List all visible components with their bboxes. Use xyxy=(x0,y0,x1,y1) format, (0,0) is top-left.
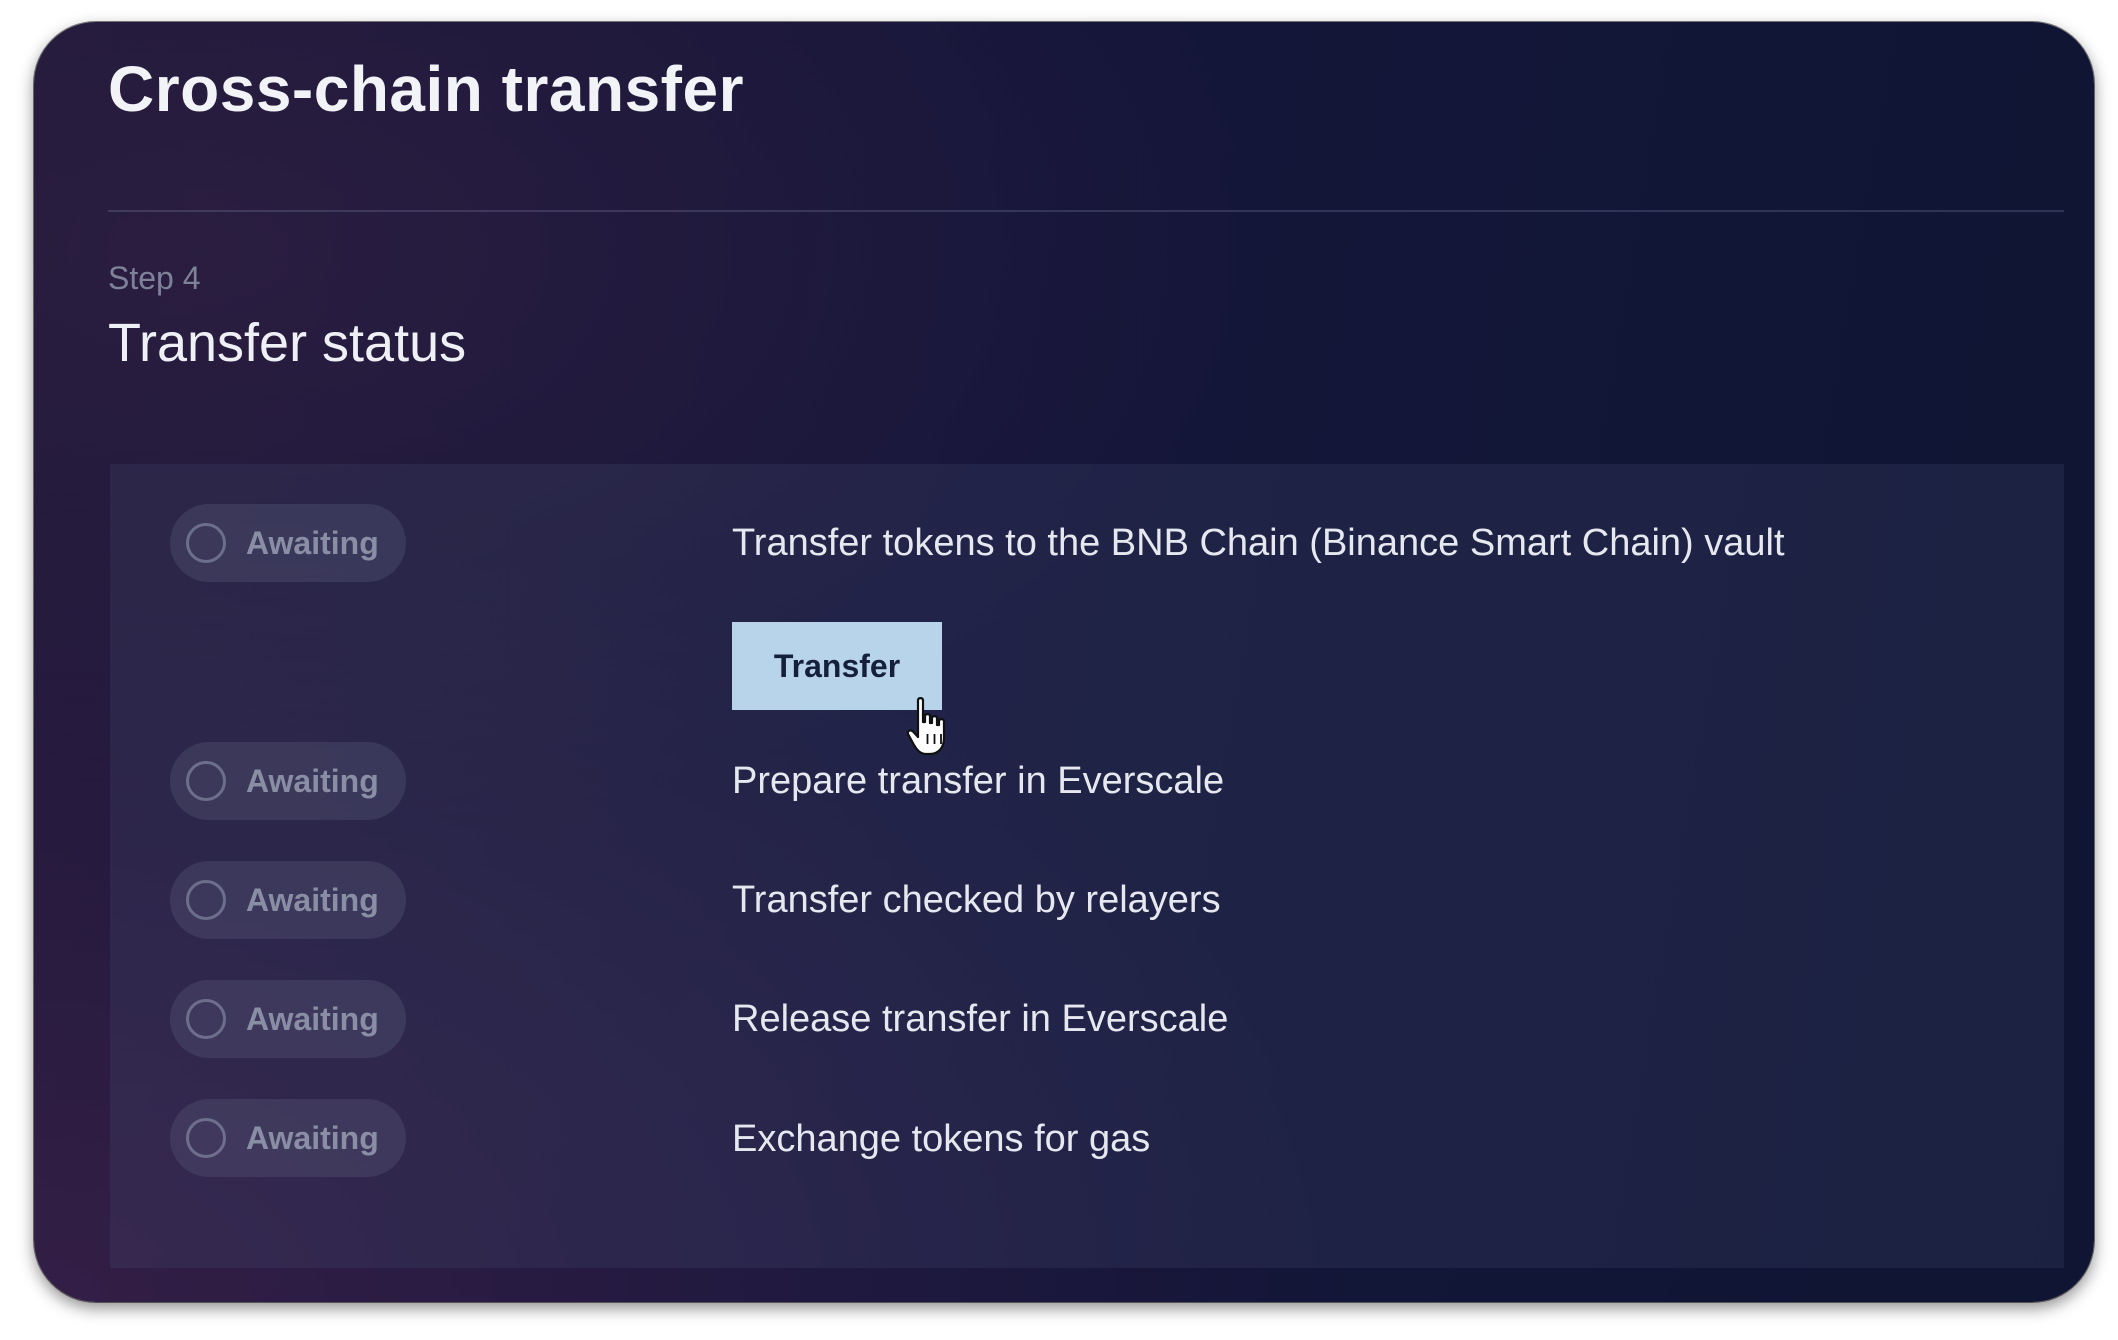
step-description: Prepare transfer in Everscale xyxy=(732,760,1225,802)
circle-outline-icon xyxy=(186,523,226,563)
header-divider xyxy=(108,210,2064,212)
status-label: Awaiting xyxy=(246,524,379,561)
status-label: Awaiting xyxy=(246,762,379,799)
step-label: Step 4 xyxy=(108,260,201,296)
section-title: Transfer status xyxy=(108,313,467,373)
step-description: Transfer tokens to the BNB Chain (Binanc… xyxy=(732,522,1785,564)
status-label: Awaiting xyxy=(246,1119,379,1156)
circle-outline-icon xyxy=(186,999,226,1039)
status-label: Awaiting xyxy=(246,1000,379,1037)
status-label: Awaiting xyxy=(246,881,379,918)
circle-outline-icon xyxy=(186,761,226,801)
transfer-steps-panel: Awaiting Transfer tokens to the BNB Chai… xyxy=(110,464,2064,1268)
status-badge: Awaiting xyxy=(170,1099,406,1177)
app-window: Cross-chain transfer Step 4 Transfer sta… xyxy=(34,22,2094,1302)
status-badge: Awaiting xyxy=(170,980,406,1058)
status-badge: Awaiting xyxy=(170,504,406,582)
page-title: Cross-chain transfer xyxy=(108,53,744,125)
step-description: Release transfer in Everscale xyxy=(732,998,1229,1040)
circle-outline-icon xyxy=(186,880,226,920)
step-description: Exchange tokens for gas xyxy=(732,1118,1151,1160)
transfer-button[interactable]: Transfer xyxy=(732,622,942,710)
status-badge: Awaiting xyxy=(170,742,406,820)
circle-outline-icon xyxy=(186,1118,226,1158)
step-description: Transfer checked by relayers xyxy=(732,879,1221,921)
status-badge: Awaiting xyxy=(170,861,406,939)
